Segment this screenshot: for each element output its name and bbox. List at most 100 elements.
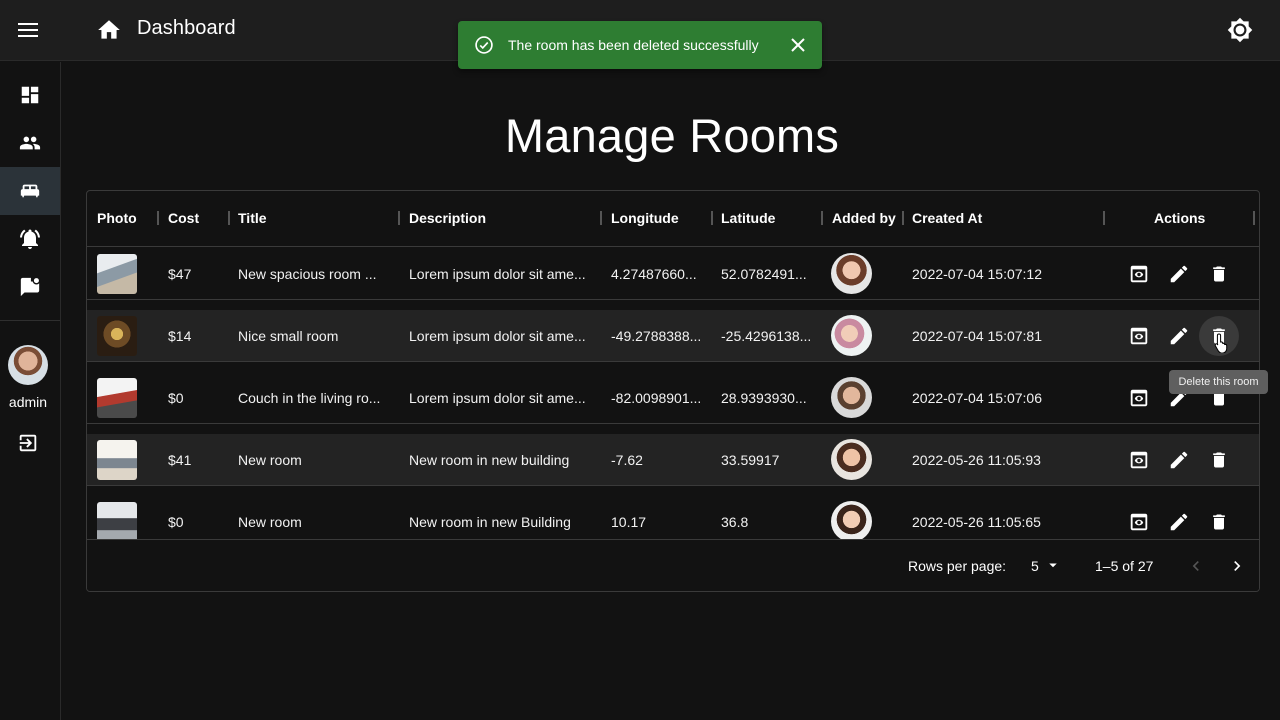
- column-separator[interactable]: [902, 211, 904, 225]
- column-header-photo[interactable]: Photo: [97, 210, 137, 226]
- column-separator[interactable]: [600, 211, 602, 225]
- column-separator[interactable]: [1103, 211, 1105, 225]
- title-cell: New room: [238, 514, 302, 530]
- users-icon[interactable]: [0, 119, 60, 167]
- latitude-cell: -25.4296138...: [721, 328, 812, 344]
- table-row[interactable]: $14 Nice small room Lorem ipsum dolor si…: [87, 310, 1259, 362]
- column-header-longitude[interactable]: Longitude: [611, 210, 679, 226]
- cost-cell: $0: [168, 390, 184, 406]
- chevron-left-icon[interactable]: [1184, 554, 1208, 578]
- delete-icon[interactable]: [1206, 447, 1232, 473]
- table-row[interactable]: $47 New spacious room ... Lorem ipsum do…: [87, 248, 1259, 300]
- menu-icon[interactable]: [12, 14, 44, 46]
- pointer-cursor-icon: [1214, 333, 1230, 354]
- cost-cell: $0: [168, 514, 184, 530]
- description-cell: Lorem ipsum dolor sit ame...: [409, 266, 586, 282]
- dashboard-icon[interactable]: [0, 71, 60, 119]
- avatar: [831, 253, 872, 294]
- message-icon[interactable]: [0, 263, 60, 311]
- column-header-cost[interactable]: Cost: [168, 210, 199, 226]
- table-row[interactable]: $41 New room New room in new building -7…: [87, 434, 1259, 486]
- column-separator[interactable]: [398, 211, 400, 225]
- cost-cell: $14: [168, 328, 192, 344]
- latitude-cell: 33.59917: [721, 452, 780, 468]
- sidebar: admin: [0, 62, 61, 720]
- page-title: Manage Rooms: [504, 109, 840, 162]
- avatar: [831, 501, 872, 542]
- close-icon[interactable]: [788, 35, 808, 55]
- description-cell: New room in new Building: [409, 514, 571, 530]
- column-separator[interactable]: [157, 211, 159, 225]
- created-at-cell: 2022-07-04 15:07:81: [912, 328, 1042, 344]
- room-photo: [97, 502, 137, 542]
- created-at-cell: 2022-05-26 11:05:65: [912, 514, 1041, 530]
- column-header-description[interactable]: Description: [409, 210, 486, 226]
- column-header-latitude[interactable]: Latitude: [721, 210, 775, 226]
- avatar[interactable]: [8, 345, 48, 385]
- avatar: [831, 315, 872, 356]
- room-photo: [97, 316, 137, 356]
- column-header-created-at[interactable]: Created At: [912, 210, 982, 226]
- delete-icon[interactable]: [1206, 261, 1232, 287]
- alarm-icon[interactable]: [0, 215, 60, 263]
- longitude-cell: 10.17: [611, 514, 647, 530]
- cost-cell: $47: [168, 266, 192, 282]
- title-cell: Nice small room: [238, 328, 339, 344]
- view-icon[interactable]: [1126, 509, 1152, 535]
- column-separator[interactable]: [711, 211, 713, 225]
- column-header-actions: Actions: [1154, 210, 1206, 226]
- longitude-cell: -49.2788388...: [611, 328, 702, 344]
- view-icon[interactable]: [1126, 385, 1152, 411]
- longitude-cell: -7.62: [611, 452, 643, 468]
- snackbar-message: The room has been deleted successfully: [508, 37, 759, 53]
- room-photo: [97, 254, 137, 294]
- page-title-appbar: Dashboard: [137, 17, 236, 39]
- description-cell: New room in new building: [409, 452, 570, 468]
- description-cell: Lorem ipsum dolor sit ame...: [409, 390, 586, 406]
- room-photo: [97, 440, 137, 480]
- logout-icon[interactable]: [8, 428, 48, 458]
- edit-icon[interactable]: [1166, 447, 1192, 473]
- view-icon[interactable]: [1126, 261, 1152, 287]
- avatar: [831, 377, 872, 418]
- column-separator[interactable]: [228, 211, 230, 225]
- column-header-title[interactable]: Title: [238, 210, 267, 226]
- delete-tooltip: Delete this room: [1169, 370, 1268, 394]
- sidebar-divider: [0, 320, 60, 321]
- title-cell: Couch in the living ro...: [238, 390, 381, 406]
- latitude-cell: 28.9393930...: [721, 390, 807, 406]
- edit-icon[interactable]: [1166, 323, 1192, 349]
- delete-icon[interactable]: [1206, 509, 1232, 535]
- home-icon[interactable]: [96, 17, 122, 43]
- column-separator[interactable]: [821, 211, 823, 225]
- brightness-icon[interactable]: [1222, 12, 1258, 48]
- rows-per-page-label: Rows per page:: [908, 558, 1007, 574]
- created-at-cell: 2022-07-04 15:07:06: [912, 390, 1042, 406]
- created-at-cell: 2022-07-04 15:07:12: [912, 266, 1042, 282]
- description-cell: Lorem ipsum dolor sit ame...: [409, 328, 586, 344]
- table-header: Photo Cost Title Description Longitude L…: [87, 191, 1259, 247]
- title-cell: New room: [238, 452, 302, 468]
- cost-cell: $41: [168, 452, 192, 468]
- column-header-added-by[interactable]: Added by: [832, 210, 896, 226]
- bed-icon[interactable]: [0, 167, 60, 215]
- edit-icon[interactable]: [1166, 261, 1192, 287]
- check-circle-icon: [474, 35, 494, 55]
- table-row[interactable]: $0 Couch in the living ro... Lorem ipsum…: [87, 372, 1259, 424]
- title-cell: New spacious room ...: [238, 266, 377, 282]
- table-pagination: Rows per page: 5 1–5 of 27: [87, 539, 1259, 591]
- rows-per-page-select[interactable]: 5: [1031, 558, 1039, 574]
- latitude-cell: 52.0782491...: [721, 266, 807, 282]
- view-icon[interactable]: [1126, 323, 1152, 349]
- longitude-cell: -82.0098901...: [611, 390, 702, 406]
- chevron-right-icon[interactable]: [1225, 554, 1249, 578]
- success-snackbar: The room has been deleted successfully: [458, 21, 822, 69]
- rooms-table: Photo Cost Title Description Longitude L…: [86, 190, 1260, 592]
- chevron-down-icon[interactable]: [1044, 556, 1062, 574]
- avatar: [831, 439, 872, 480]
- created-at-cell: 2022-05-26 11:05:93: [912, 452, 1041, 468]
- user-label: admin: [8, 394, 48, 410]
- view-icon[interactable]: [1126, 447, 1152, 473]
- column-separator[interactable]: [1253, 211, 1255, 225]
- edit-icon[interactable]: [1166, 509, 1192, 535]
